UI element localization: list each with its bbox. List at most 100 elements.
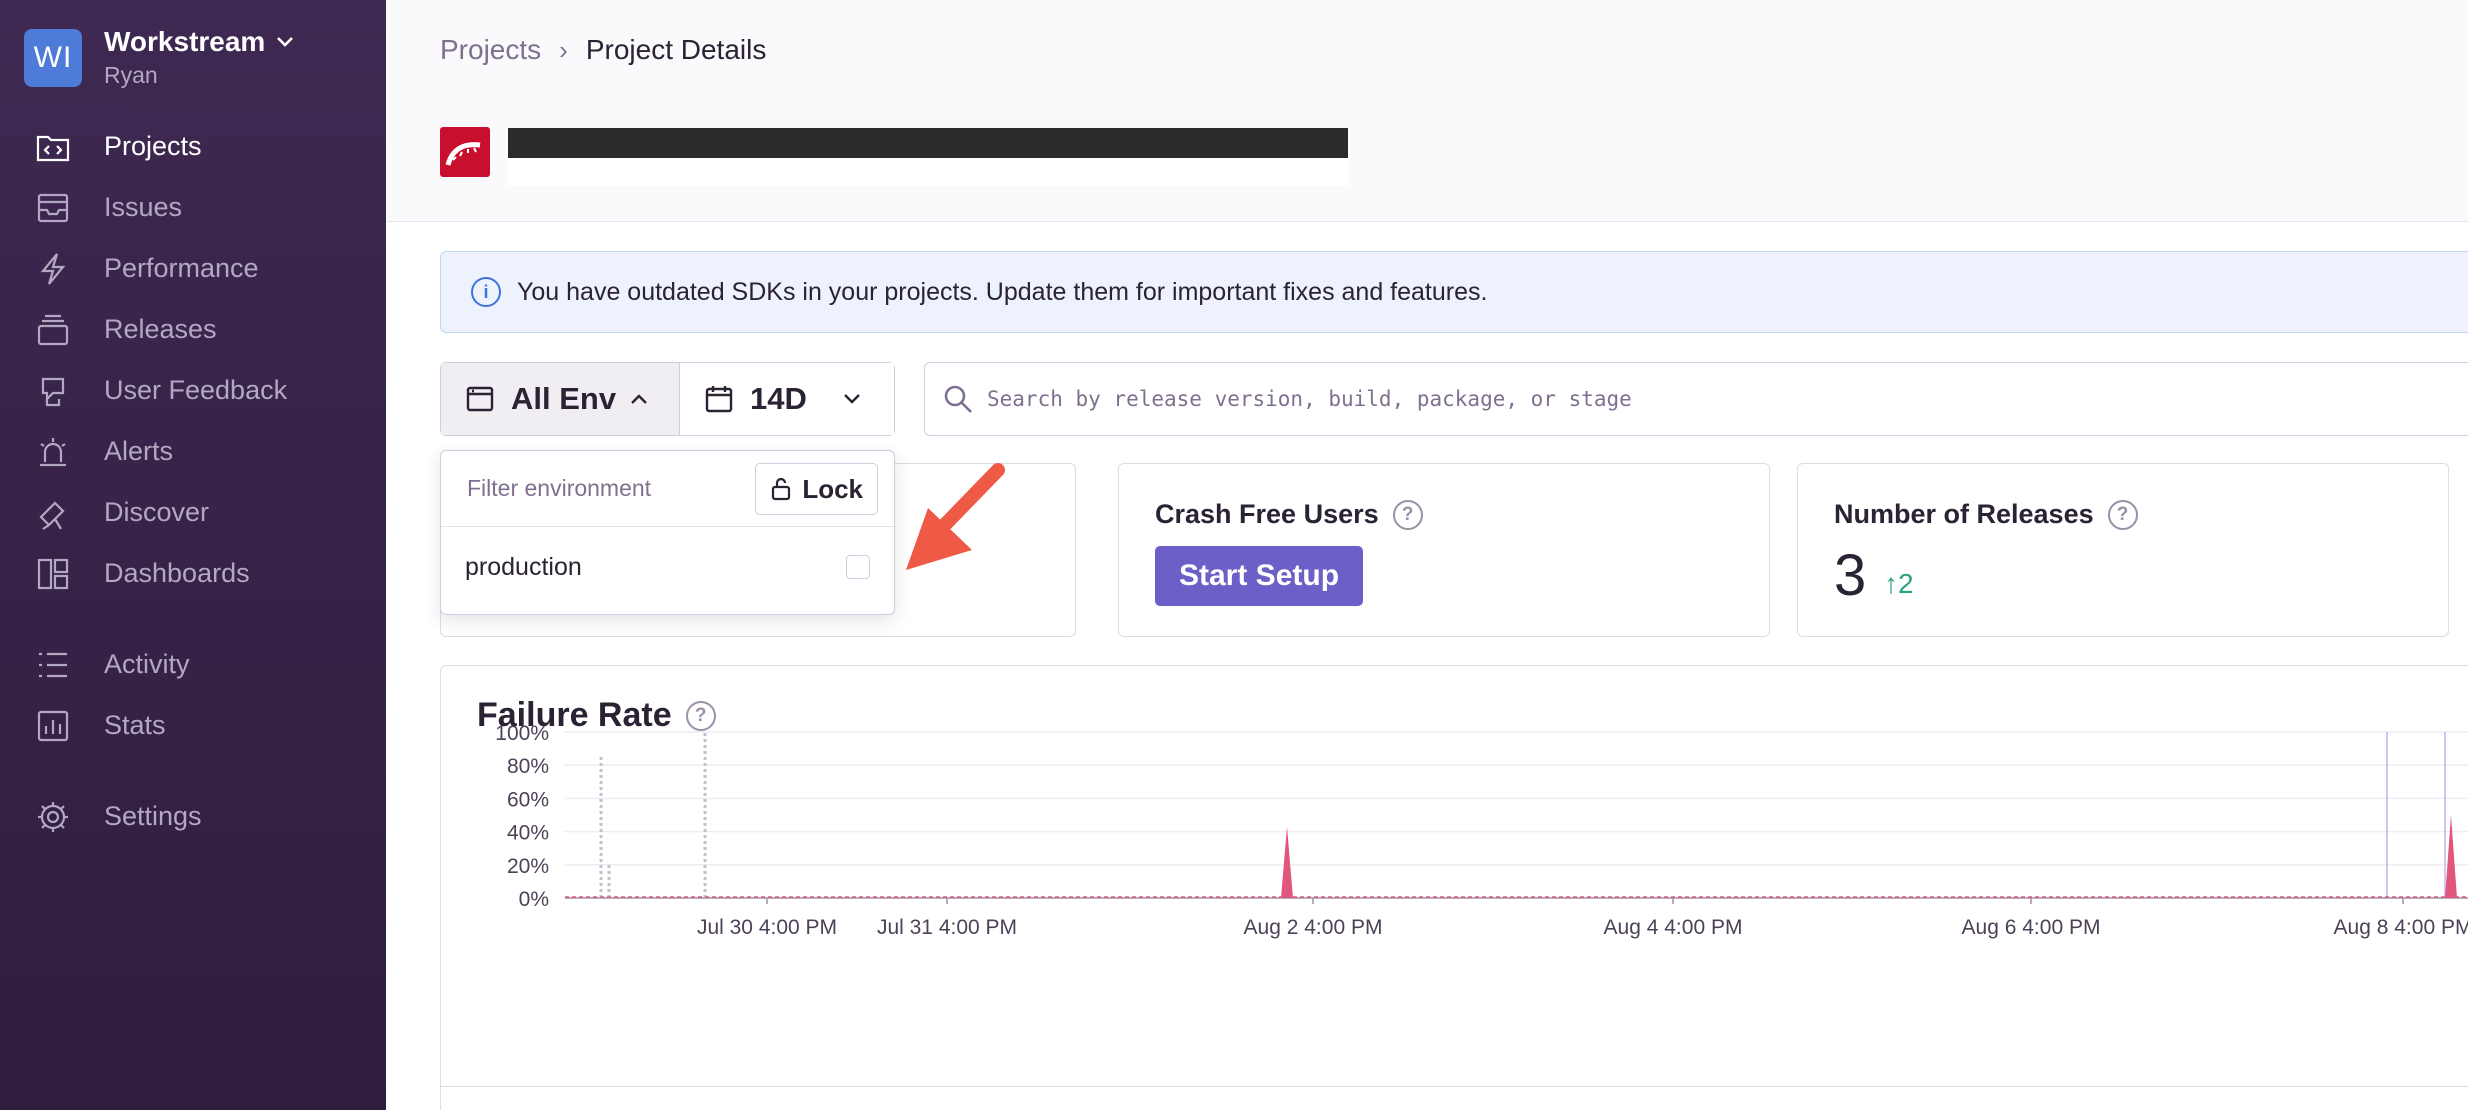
x-tick-label: Aug 6 4:00 PM <box>1962 916 2101 939</box>
unlock-icon <box>772 477 791 501</box>
failure-spike <box>1281 826 1293 898</box>
stats-icon <box>34 707 72 745</box>
org-avatar: WI <box>24 28 82 87</box>
y-tick-label: 80% <box>507 755 549 778</box>
sidebar-nav: Projects Issues Performance Releases Use… <box>0 116 386 604</box>
release-delta: ↑2 <box>1884 568 1914 599</box>
alerts-icon <box>34 433 72 471</box>
annotation-arrow-icon <box>906 463 1005 570</box>
failure-rate-chart-card: Failure Rate ? 100% 80% 60% 40% 20% 0% Jul 30 … <box>440 665 2468 1110</box>
calendar-icon <box>705 386 733 413</box>
sidebar-item-issues[interactable]: Issues <box>0 177 386 238</box>
sidebar-nav-secondary: Activity Stats <box>0 634 386 756</box>
chevron-right-icon: › <box>559 34 568 65</box>
org-name: Workstream <box>104 26 266 57</box>
option-checkbox[interactable] <box>846 555 870 579</box>
release-search <box>924 362 2468 436</box>
release-count: 3 <box>1834 543 1867 608</box>
sidebar: WI Workstream Ryan Projects Issues Perfo… <box>0 0 386 1110</box>
discover-icon <box>34 494 72 532</box>
sidebar-item-label: Alerts <box>104 436 174 466</box>
environment-option-production[interactable]: production <box>441 527 894 607</box>
help-icon[interactable]: ? <box>2107 499 2138 530</box>
crash-free-users-card: Crash Free Users ? Start Setup <box>1118 463 1770 637</box>
y-tick-label: 100% <box>495 722 549 745</box>
sidebar-item-label: Releases <box>104 314 217 344</box>
start-setup-button[interactable]: Start Setup <box>1155 546 1364 606</box>
sidebar-item-label: Dashboards <box>104 558 250 588</box>
search-icon <box>944 385 972 413</box>
activity-icon <box>34 646 72 684</box>
redacted-project-name <box>508 128 1348 158</box>
x-tick-label: Jul 30 4:00 PM <box>697 916 837 939</box>
breadcrumb-current: Project Details <box>585 34 767 65</box>
filter-bar: All Env 14D <box>440 362 895 436</box>
sidebar-item-discover[interactable]: Discover <box>0 482 386 543</box>
option-label: production <box>465 552 582 581</box>
chevron-down-icon <box>277 37 294 47</box>
outdated-sdk-alert: i You have outdated SDKs in your project… <box>440 251 2468 333</box>
dashboards-icon <box>34 555 72 593</box>
number-of-releases-card: Number of Releases ? 3 ↑2 <box>1797 463 2449 637</box>
y-tick-label: 40% <box>507 822 549 845</box>
sidebar-item-performance[interactable]: Performance <box>0 238 386 299</box>
lock-button[interactable]: Lock <box>755 463 878 515</box>
sidebar-item-label: Issues <box>104 192 183 222</box>
sidebar-item-label: Settings <box>104 801 202 831</box>
search-input[interactable] <box>987 387 2387 411</box>
y-tick-label: 60% <box>507 788 549 811</box>
filter-placeholder: Filter environment <box>467 475 652 501</box>
window-icon <box>466 386 494 412</box>
sidebar-item-label: User Feedback <box>104 375 288 405</box>
card-title: Number of Releases <box>1834 499 2094 529</box>
environment-filter-input[interactable]: Filter environment Lock <box>441 451 894 527</box>
page-content: i You have outdated SDKs in your project… <box>386 222 2468 1110</box>
breadcrumb-projects-link[interactable]: Projects <box>440 34 541 66</box>
environment-label: All Env <box>511 381 617 416</box>
sidebar-nav-settings: Settings <box>0 786 386 847</box>
sidebar-item-activity[interactable]: Activity <box>0 634 386 695</box>
y-tick-label: 0% <box>519 888 549 911</box>
sidebar-item-releases[interactable]: Releases <box>0 299 386 360</box>
sidebar-item-label: Activity <box>104 649 190 679</box>
y-tick-label: 20% <box>507 855 549 878</box>
performance-icon <box>34 250 72 288</box>
sidebar-item-projects[interactable]: Projects <box>0 116 386 177</box>
environment-selector[interactable]: All Env <box>441 363 680 435</box>
failure-spike <box>2445 815 2457 898</box>
sidebar-item-alerts[interactable]: Alerts <box>0 421 386 482</box>
sidebar-item-dashboards[interactable]: Dashboards <box>0 543 386 604</box>
x-tick-label: Aug 8 4:00 PM <box>2334 916 2468 939</box>
issues-icon <box>34 189 72 227</box>
sidebar-item-label: Projects <box>104 131 202 161</box>
x-tick-label: Aug 2 4:00 PM <box>1244 916 1383 939</box>
sidebar-item-label: Discover <box>104 497 210 527</box>
org-switcher[interactable]: WI Workstream Ryan <box>24 26 295 89</box>
date-range-label: 14D <box>750 381 807 416</box>
sidebar-item-user-feedback[interactable]: User Feedback <box>0 360 386 421</box>
x-tick-label: Aug 4 4:00 PM <box>1604 916 1743 939</box>
info-icon: i <box>471 277 501 307</box>
org-user: Ryan <box>104 62 158 88</box>
settings-icon <box>34 798 72 836</box>
environment-dropdown: Filter environment Lock production <box>440 450 895 615</box>
failure-rate-chart: 100% 80% 60% 40% 20% 0% Jul 30 4:00 PM Jul 31 4… <box>495 722 2468 939</box>
lock-label: Lock <box>802 473 863 504</box>
releases-icon <box>34 311 72 349</box>
page-header: Projects › Project Details <box>386 0 2468 222</box>
help-icon[interactable]: ? <box>1392 499 1423 530</box>
sidebar-item-label: Performance <box>104 253 259 283</box>
card-title: Crash Free Users <box>1155 499 1379 529</box>
date-range-selector[interactable]: 14D <box>680 363 894 435</box>
redacted-project-detail <box>508 158 1348 186</box>
project-platform-icon <box>440 127 490 177</box>
breadcrumb: Projects › Project Details <box>440 34 766 66</box>
alert-text: You have outdated SDKs in your projects.… <box>517 277 1488 306</box>
sidebar-item-settings[interactable]: Settings <box>0 786 386 847</box>
projects-icon <box>34 128 72 166</box>
chevron-up-icon <box>631 394 647 404</box>
sidebar-item-stats[interactable]: Stats <box>0 695 386 756</box>
user-feedback-icon <box>34 372 72 410</box>
x-tick-label: Jul 31 4:00 PM <box>877 916 1017 939</box>
chevron-down-icon <box>844 394 860 404</box>
